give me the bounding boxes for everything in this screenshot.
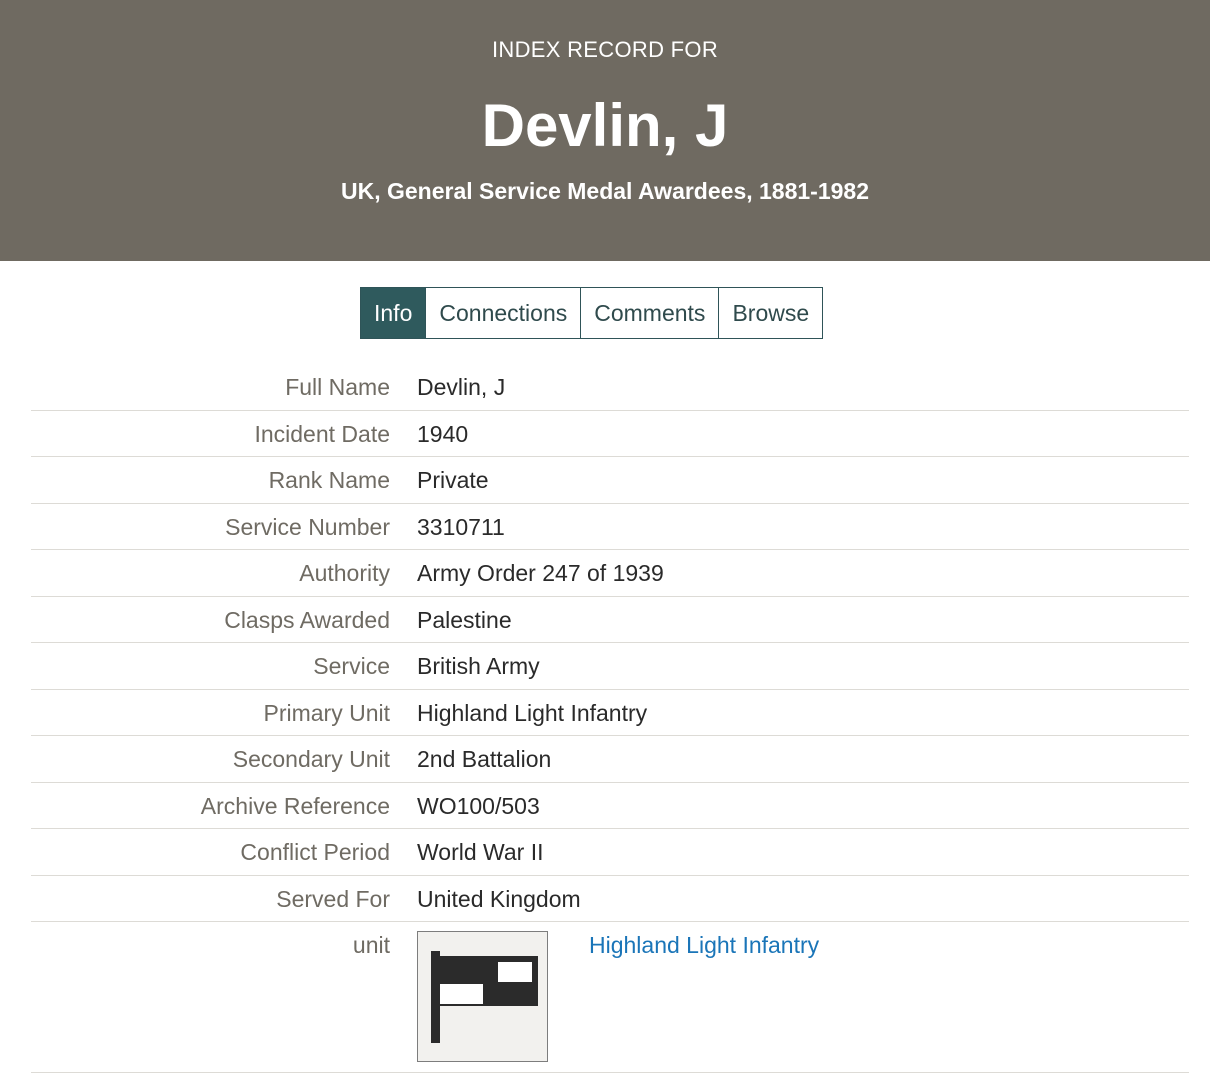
unit-link[interactable]: Highland Light Infantry <box>589 922 819 968</box>
field-label: Incident Date <box>254 420 390 447</box>
field-row-unit: unit Highland Light Infantry <box>31 922 1189 1073</box>
flag-icon <box>431 951 538 1043</box>
field-row-primary-unit: Primary Unit Highland Light Infantry <box>31 690 1189 736</box>
field-row-full-name: Full Name Devlin, J <box>31 364 1189 411</box>
field-row-rank-name: Rank Name Private <box>31 457 1189 504</box>
field-value: Devlin, J <box>417 374 506 400</box>
field-label: Service Number <box>225 513 390 540</box>
tab-connections[interactable]: Connections <box>425 288 581 338</box>
field-value: 2nd Battalion <box>417 746 552 772</box>
field-row-service: Service British Army <box>31 643 1189 690</box>
field-value: World War II <box>417 839 544 865</box>
field-label: unit <box>352 932 390 958</box>
field-label: Secondary Unit <box>232 746 390 772</box>
tab-info[interactable]: Info <box>361 288 426 338</box>
field-label: Clasps Awarded <box>224 606 390 633</box>
field-label: Served For <box>276 885 390 912</box>
field-row-secondary-unit: Secondary Unit 2nd Battalion <box>31 736 1189 783</box>
field-row-authority: Authority Army Order 247 of 1939 <box>31 550 1189 597</box>
tab-browse[interactable]: Browse <box>718 288 823 338</box>
field-label: Primary Unit <box>263 699 390 726</box>
field-label: Full Name <box>285 374 390 400</box>
field-value: Palestine <box>417 606 512 633</box>
field-row-conflict-period: Conflict Period World War II <box>31 829 1189 876</box>
field-value: Private <box>417 467 489 493</box>
unit-thumbnail[interactable] <box>417 931 548 1062</box>
field-label: Service <box>313 653 390 679</box>
field-row-incident-date: Incident Date 1940 <box>31 411 1189 457</box>
field-label: Archive Reference <box>200 792 390 819</box>
field-value: Highland Light Infantry <box>417 699 648 726</box>
field-value: WO100/503 <box>417 792 540 819</box>
record-fields: Full Name Devlin, J Incident Date 1940 R… <box>31 364 1189 1073</box>
field-label: Authority <box>299 560 390 586</box>
field-value: British Army <box>417 653 540 679</box>
field-value: United Kingdom <box>417 885 581 912</box>
field-row-served-for: Served For United Kingdom <box>31 876 1189 922</box>
page-title: Devlin, J <box>481 92 729 159</box>
field-value: 3310711 <box>417 513 505 540</box>
record-tabs: Info Connections Comments Browse <box>360 287 824 339</box>
field-label: Conflict Period <box>240 839 390 865</box>
field-value: Army Order 247 of 1939 <box>417 560 664 586</box>
field-label: Rank Name <box>268 467 390 493</box>
field-row-service-number: Service Number 3310711 <box>31 504 1189 550</box>
field-row-archive-reference: Archive Reference WO100/503 <box>31 783 1189 829</box>
field-value: 1940 <box>417 420 469 447</box>
record-header: INDEX RECORD FOR Devlin, J UK, General S… <box>0 0 1210 261</box>
field-row-clasps-awarded: Clasps Awarded Palestine <box>31 597 1189 643</box>
header-eyebrow: INDEX RECORD FOR <box>491 37 719 62</box>
collection-subtitle: UK, General Service Medal Awardees, 1881… <box>340 178 870 204</box>
tab-comments[interactable]: Comments <box>580 288 719 338</box>
